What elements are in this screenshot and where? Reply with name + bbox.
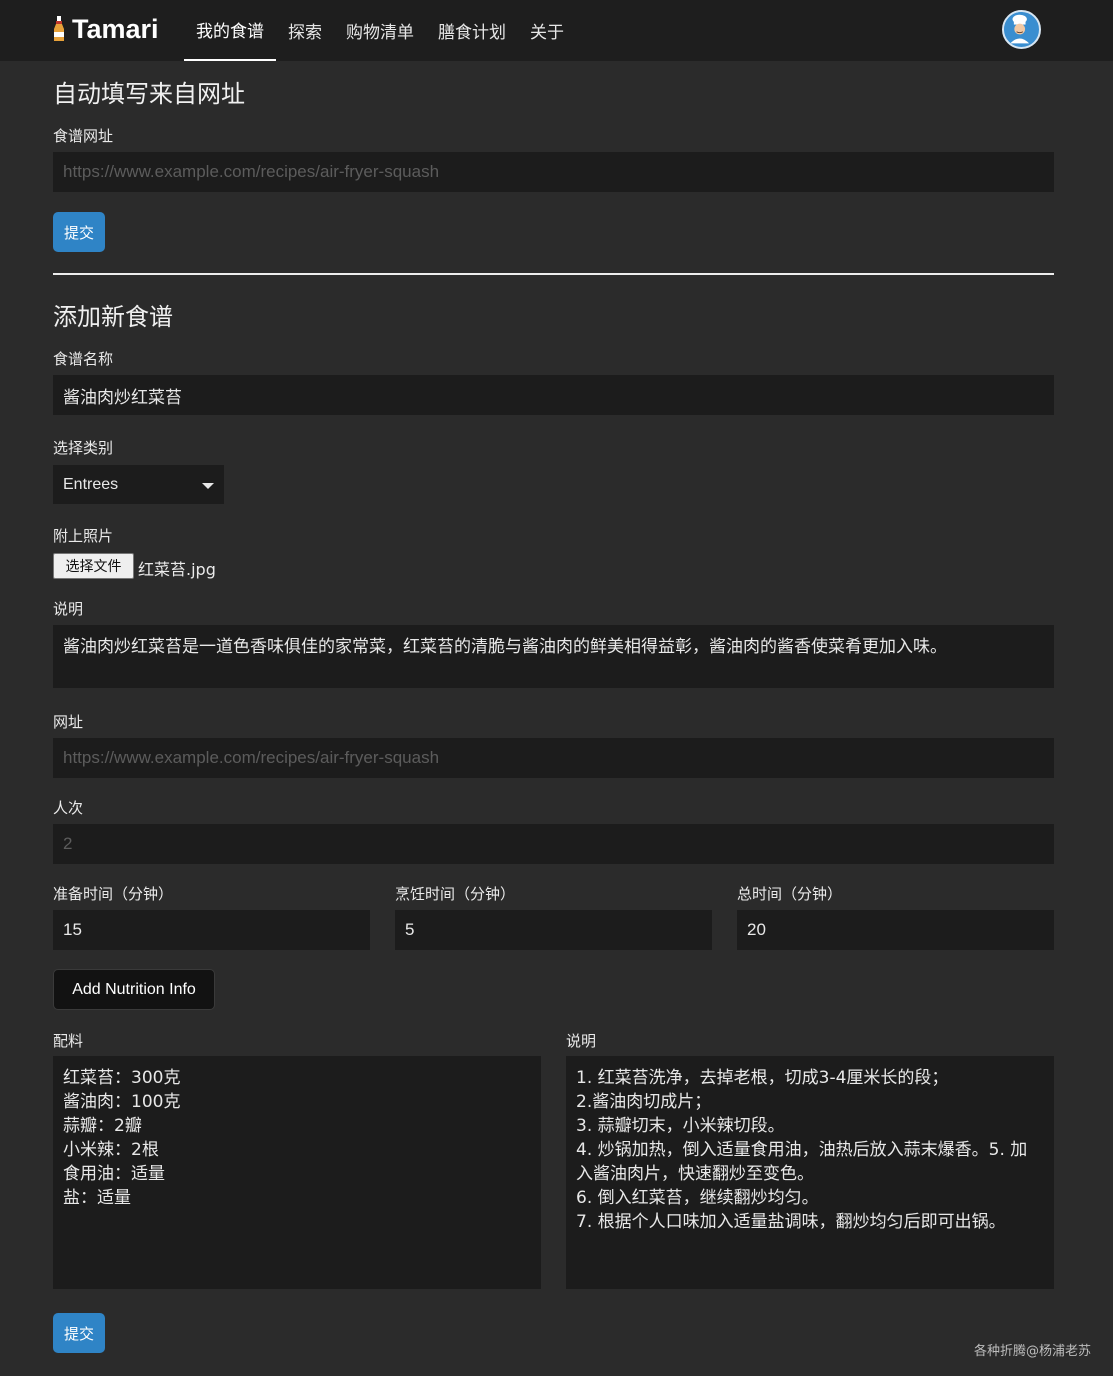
add-nutrition-info-button[interactable]: Add Nutrition Info xyxy=(53,969,215,1010)
prep-time-label: 准备时间（分钟） xyxy=(53,885,174,903)
servings-label: 人次 xyxy=(53,799,84,817)
category-label: 选择类别 xyxy=(53,439,114,457)
description-textarea[interactable]: 酱油肉炒红菜苔是一道色香味俱佳的家常菜，红菜苔的清脆与酱油肉的鲜美相得益彰，酱油… xyxy=(53,625,1054,688)
photo-label: 附上照片 xyxy=(53,527,114,545)
autofill-submit-button[interactable]: 提交 xyxy=(53,212,105,252)
description-label: 说明 xyxy=(53,600,84,618)
brand-name: Tamari xyxy=(72,13,159,44)
category-selected-value: Entrees xyxy=(63,475,119,493)
selected-file-name: 红菜苔.jpg xyxy=(138,560,216,579)
category-select[interactable]: Entrees xyxy=(53,465,224,504)
url-input[interactable]: https://www.example.com/recipes/air-frye… xyxy=(53,738,1054,778)
watermark-text: 各种折腾@杨浦老苏 xyxy=(974,1344,1092,1359)
user-avatar[interactable] xyxy=(1002,10,1041,49)
recipe-submit-button[interactable]: 提交 xyxy=(53,1313,105,1353)
cook-time-input[interactable]: 5 xyxy=(395,910,712,950)
top-navbar: Tamari 我的食谱 探索 购物清单 膳食计划 关于 xyxy=(0,0,1113,61)
nav-link-about[interactable]: 关于 xyxy=(518,0,576,61)
nav-link-my-recipes[interactable]: 我的食谱 xyxy=(184,0,276,61)
soy-sauce-bottle-icon xyxy=(54,16,64,41)
nav-link-explore[interactable]: 探索 xyxy=(276,0,334,61)
choose-file-button[interactable]: 选择文件 xyxy=(53,553,134,579)
section-divider xyxy=(53,273,1054,275)
autofill-title: 自动填写来自网址 xyxy=(53,80,245,108)
recipe-url-input[interactable]: https://www.example.com/recipes/air-frye… xyxy=(53,152,1054,192)
url-label: 网址 xyxy=(53,713,84,731)
total-time-input[interactable]: 20 xyxy=(737,910,1054,950)
recipe-url-label: 食谱网址 xyxy=(53,127,114,145)
recipe-name-label: 食谱名称 xyxy=(53,350,114,368)
prep-time-input[interactable]: 15 xyxy=(53,910,370,950)
cook-time-label: 烹饪时间（分钟） xyxy=(395,885,516,903)
nav-links: 我的食谱 探索 购物清单 膳食计划 关于 xyxy=(184,0,576,61)
instructions-label: 说明 xyxy=(566,1032,597,1050)
ingredients-textarea[interactable]: 红菜苔：300克 酱油肉：100克 蒜瓣：2瓣 小米辣：2根 食用油：适量 盐：… xyxy=(53,1056,541,1289)
new-recipe-title: 添加新食谱 xyxy=(53,303,173,331)
nav-link-shopping-list[interactable]: 购物清单 xyxy=(334,0,426,61)
brand-logo[interactable]: Tamari xyxy=(53,12,159,46)
ingredients-label: 配料 xyxy=(53,1032,84,1050)
recipe-name-input[interactable]: 酱油肉炒红菜苔 xyxy=(53,375,1054,415)
servings-input[interactable]: 2 xyxy=(53,824,1054,864)
chevron-down-icon xyxy=(202,483,214,489)
instructions-textarea[interactable]: 1. 红菜苔洗净，去掉老根，切成3-4厘米长的段； 2.酱油肉切成片； 3. 蒜… xyxy=(566,1056,1054,1289)
chef-avatar-icon xyxy=(1004,12,1036,44)
total-time-label: 总时间（分钟） xyxy=(737,885,843,903)
nav-link-meal-plan[interactable]: 膳食计划 xyxy=(426,0,518,61)
